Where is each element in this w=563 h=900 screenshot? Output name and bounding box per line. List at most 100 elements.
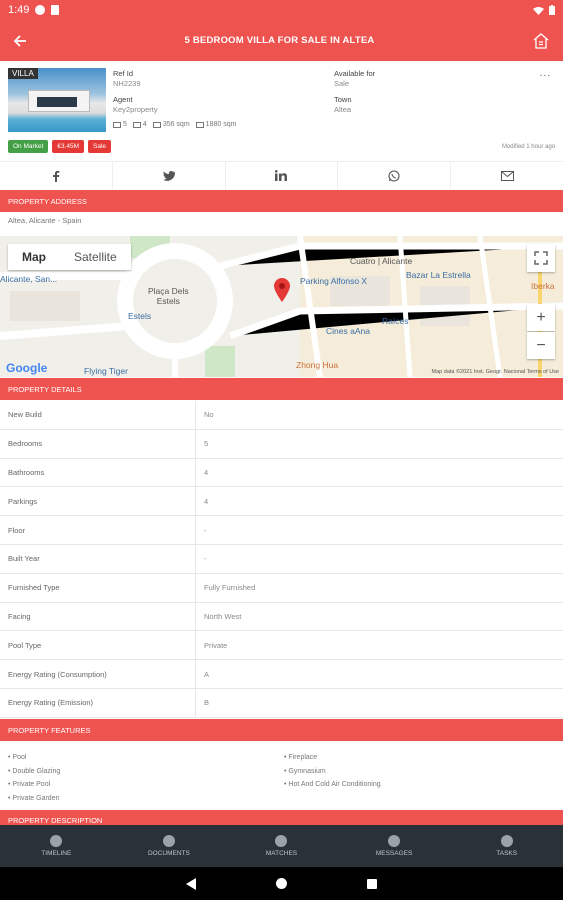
nav-label: MESSAGES: [375, 850, 413, 857]
property-details-table: New Build No Bedrooms 5 Bathrooms 4 Parking…: [0, 401, 563, 718]
list-item: • Private Garden: [8, 794, 60, 802]
map-label-parking: Parking Alfonso X: [300, 276, 368, 286]
map-label-alicante: Alicante, San...: [0, 274, 58, 284]
list-item: • Pool: [8, 754, 27, 761]
map-attribution[interactable]: Map data ©2021 Inst. Geogr. Nacional Ter…: [432, 369, 559, 375]
share-whatsapp-button[interactable]: [338, 162, 452, 189]
detail-key: Built Year: [0, 544, 196, 573]
map-label-placa: Plaça Dels Estels: [148, 286, 189, 306]
market-status-badge: On Market: [8, 140, 49, 153]
table-row: Furnished Type Fully Furnished: [0, 573, 563, 603]
share-facebook-button[interactable]: [0, 162, 113, 189]
house-document-icon: [533, 32, 549, 49]
detail-key: Facing: [0, 602, 196, 631]
beds-count: 5: [123, 121, 127, 128]
share-twitter-button[interactable]: [113, 162, 226, 189]
system-recents-icon[interactable]: [367, 878, 377, 889]
detail-key: Bedrooms: [0, 429, 196, 458]
fullscreen-button[interactable]: [527, 244, 555, 272]
list-item: • Hot And Cold Air Conditioning: [284, 781, 381, 788]
built-area-icon: [152, 121, 161, 128]
twitter-icon: [162, 170, 175, 181]
timeline-icon: [50, 835, 63, 847]
ref-label: Ref Id: [113, 69, 134, 78]
nav-documents[interactable]: DOCUMENTS: [113, 825, 226, 867]
plot-area: 1880 sqm: [205, 121, 237, 128]
map-type-map-button[interactable]: Map: [8, 244, 60, 270]
detail-value: B: [204, 698, 210, 708]
map-label-cuatro: Cuatro | Alicante: [350, 256, 413, 266]
map-label-cines: Cines aAna: [326, 326, 370, 336]
detail-value: No: [204, 410, 214, 420]
property-summary: VILLA Ref Id NH2239 Agent Key2property A…: [0, 62, 563, 158]
table-row: Floor -: [0, 516, 563, 545]
detail-key: Furnished Type: [0, 573, 196, 602]
back-button[interactable]: [0, 21, 40, 61]
battery-icon: [549, 5, 555, 15]
app-bar: 5 BEDROOM VILLA FOR SALE IN ALTEA: [0, 20, 563, 61]
zoom-in-button[interactable]: +: [527, 304, 555, 331]
property-type-badge: VILLA: [8, 68, 38, 79]
agent-label: Agent: [113, 95, 133, 104]
share-linkedin-button[interactable]: [226, 162, 339, 189]
detail-key: Energy Rating (Emission): [0, 688, 196, 717]
system-home-icon[interactable]: [276, 878, 287, 889]
plot-area-icon: [195, 121, 204, 128]
detail-value: -: [204, 554, 207, 564]
detail-value: 4: [204, 467, 209, 477]
more-options-button[interactable]: ...: [540, 68, 551, 79]
table-row: Bedrooms 5: [0, 429, 563, 459]
baths-count: 4: [142, 121, 147, 128]
share-email-button[interactable]: [451, 162, 563, 189]
detail-value: Private: [204, 640, 228, 650]
section-header-features: PROPERTY FEATURES: [0, 719, 563, 741]
system-navigation-bar: [0, 867, 563, 900]
plus-icon: +: [536, 308, 546, 326]
list-item: • Double Glazing: [8, 767, 61, 775]
detail-key: New Build: [0, 401, 196, 429]
notification-icon: [35, 5, 46, 15]
nav-matches[interactable]: MATCHES: [225, 825, 338, 867]
email-icon: [500, 170, 514, 181]
nav-messages[interactable]: MESSAGES: [338, 825, 451, 867]
zoom-out-button[interactable]: −: [527, 332, 555, 359]
built-area: 356 sqm: [162, 121, 190, 128]
modified-time: Modified 1 hour ago: [501, 144, 555, 150]
ref-value: NH2239: [113, 79, 141, 88]
facebook-icon: [52, 170, 60, 182]
nav-label: TASKS: [496, 850, 518, 857]
arrow-back-icon: [13, 34, 26, 47]
storage-icon: [51, 5, 60, 15]
map-view[interactable]: Map Satellite + − Alicante, San... Plaça…: [0, 236, 563, 377]
map-label-iberka: Iberka: [531, 281, 555, 291]
detail-value: Fully Furnished: [204, 583, 256, 593]
table-row: Parkings 4: [0, 487, 563, 517]
table-row: Pool Type Private: [0, 631, 563, 661]
table-row: New Build No: [0, 401, 563, 430]
system-back-icon[interactable]: [186, 877, 196, 890]
map-label-zhong: Zhong Hua: [296, 360, 339, 370]
status-bar: 1:49: [0, 0, 563, 20]
price-badge: €3.45M: [52, 140, 85, 153]
available-label: Available for: [334, 69, 376, 78]
list-item: • Gymnasium: [284, 767, 326, 775]
map-type-satellite-button[interactable]: Satellite: [60, 244, 131, 270]
property-action-button[interactable]: [519, 21, 563, 61]
agent-value: Key2property: [113, 105, 158, 114]
villa-image: [28, 90, 90, 112]
section-header-description: PROPERTY DESCRIPTION: [0, 810, 563, 825]
map-type-toggle: Map Satellite: [8, 244, 131, 270]
nav-label: DOCUMENTS: [147, 850, 190, 857]
detail-value: 5: [204, 439, 209, 449]
map-label-flying: Flying Tiger: [84, 366, 128, 376]
listing-type-badge: Sale: [88, 140, 112, 153]
property-features: • Pool • Double Glazing • Private Pool •…: [0, 743, 563, 805]
linkedin-icon: [275, 170, 288, 181]
matches-icon: [275, 835, 288, 847]
nav-timeline[interactable]: TIMELINE: [0, 825, 113, 867]
whatsapp-icon: [388, 169, 400, 182]
map-label-raices: Raíces: [382, 316, 409, 326]
property-thumbnail[interactable]: VILLA: [8, 68, 106, 132]
nav-tasks[interactable]: TASKS: [450, 825, 563, 867]
share-bar: [0, 161, 563, 189]
